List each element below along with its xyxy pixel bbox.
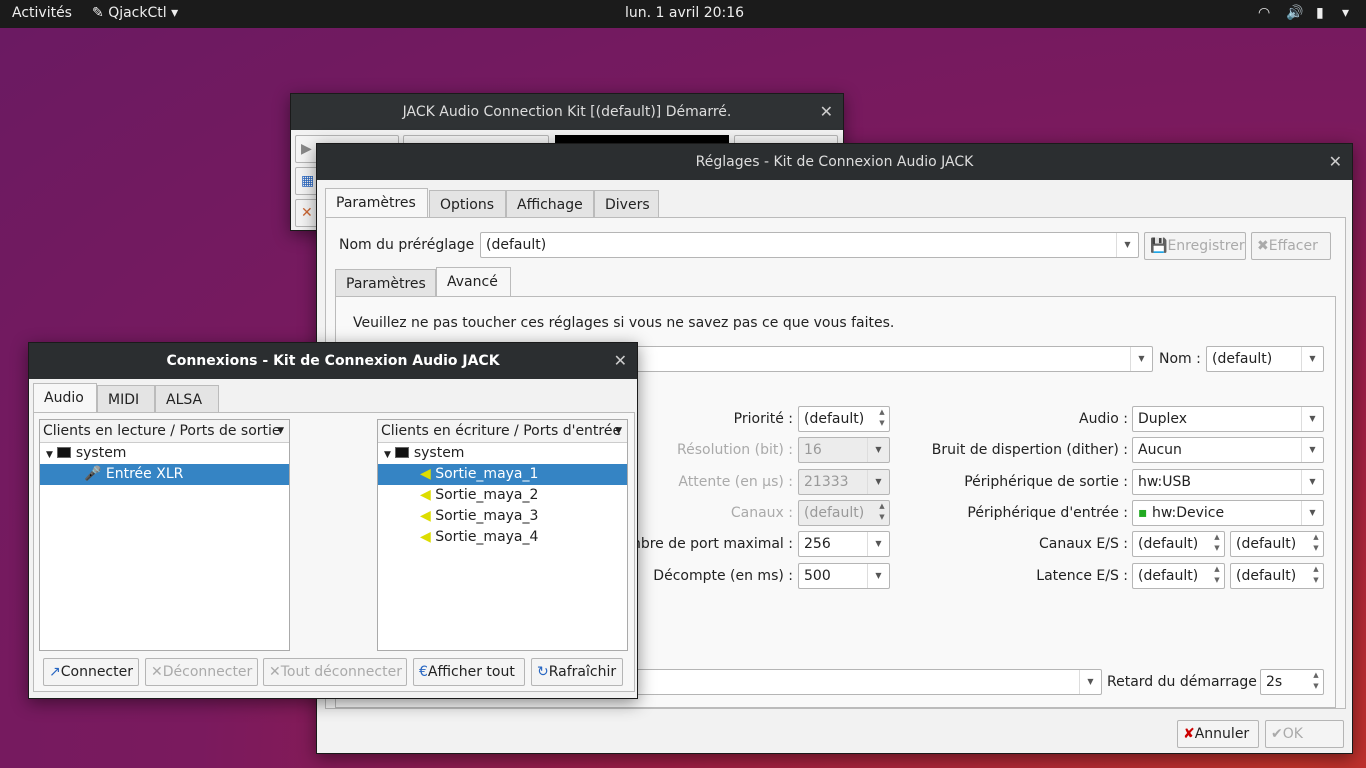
name-label: Nom :	[1159, 351, 1201, 367]
speaker-icon: ◀	[420, 529, 431, 545]
right-combo[interactable]: hw:USB ▼	[1132, 468, 1324, 495]
left-field-label: Canaux :	[730, 504, 793, 521]
left-field-label: Attente (en µs) :	[678, 473, 793, 490]
preset-label: Nom du préréglage :	[339, 237, 484, 253]
input-ports-list[interactable]: Clients en écriture / Ports d'entrée ▼ ▼ …	[377, 419, 628, 651]
delay-spinbox[interactable]: 2s ▲ ▼	[1260, 669, 1324, 695]
port-item[interactable]: ◀ Sortie_maya_1	[378, 464, 627, 485]
tab-divers[interactable]: Divers	[594, 190, 659, 218]
left-field[interactable]: (default) ▲ ▼	[798, 499, 890, 526]
close-icon[interactable]: ✕	[820, 94, 833, 130]
tab-audio[interactable]: Audio	[33, 383, 97, 413]
disconnect-button[interactable]: ✕Déconnecter	[145, 658, 258, 686]
port-item[interactable]: ◀ Sortie_maya_3	[378, 506, 627, 527]
top-bar: Activités ✎ QjackCtl ▾ lun. 1 avril 20:1…	[0, 0, 1366, 28]
close-icon[interactable]: ✕	[1329, 144, 1342, 180]
connections-window: Connexions - Kit de Connexion Audio JACK…	[28, 342, 638, 699]
tab-parametres[interactable]: Paramètres	[325, 188, 428, 218]
play-icon: ▶	[301, 141, 312, 157]
speaker-icon: ◀	[420, 508, 431, 524]
left-field[interactable]: 256 ▼	[798, 531, 890, 558]
app-menu[interactable]: ✎ QjackCtl ▾	[92, 5, 178, 21]
left-field[interactable]: 16 ▼	[798, 437, 890, 464]
left-field-label: Priorité :	[733, 411, 793, 427]
right-field-label: Canaux E/S :	[1038, 536, 1128, 553]
expand-icon: €	[419, 664, 428, 680]
right-field-label: Bruit de dispertion (dither) :	[931, 442, 1128, 459]
tab-affichage[interactable]: Affichage	[506, 190, 594, 218]
activities-button[interactable]: Activités	[12, 5, 72, 21]
battery-icon[interactable]: ▮	[1316, 5, 1324, 21]
tab-options[interactable]: Options	[429, 190, 506, 218]
speaker-icon: ◀	[420, 466, 431, 482]
client-icon	[57, 447, 72, 458]
connections-title: Connexions - Kit de Connexion Audio JACK…	[29, 343, 637, 379]
left-field[interactable]: (default) ▲ ▼	[798, 406, 890, 432]
volume-icon[interactable]: 🔊	[1286, 5, 1303, 21]
right-spinbox[interactable]: (default) ▲ ▼	[1132, 531, 1225, 558]
right-field-label: Périphérique d'entrée :	[967, 504, 1128, 521]
delay-label: Retard du démarrage :	[1107, 674, 1267, 690]
speaker-icon: ◀	[420, 487, 431, 503]
input-list-header[interactable]: Clients en écriture / Ports d'entrée ▼	[378, 420, 627, 443]
client-item[interactable]: ▼ system	[40, 443, 289, 464]
right-field-label: Latence E/S :	[1036, 567, 1128, 584]
left-field-label: Décompte (en ms) :	[653, 567, 793, 584]
app-icon: ✎	[92, 5, 109, 21]
right-combo[interactable]: Aucun ▼	[1132, 437, 1324, 464]
device-icon: ▪	[1138, 504, 1152, 521]
client-item[interactable]: ▼ system	[378, 443, 627, 464]
left-field[interactable]: 500 ▼	[798, 562, 890, 589]
port-item[interactable]: ◀ Sortie_maya_4	[378, 527, 627, 548]
client-icon	[395, 447, 410, 458]
settings-title: Réglages - Kit de Connexion Audio JACK ✕	[317, 144, 1352, 180]
right-field-label: Périphérique de sortie :	[964, 473, 1128, 490]
output-ports-list[interactable]: Clients en lecture / Ports de sortie ▼ ▼ …	[39, 419, 290, 651]
tab-alsa[interactable]: ALSA	[155, 385, 219, 413]
cancel-icon: ✘	[1183, 726, 1195, 742]
preset-combo[interactable]: (default) ▼	[480, 232, 1139, 258]
system-menu-arrow[interactable]: ▾	[1342, 5, 1349, 21]
save-button[interactable]: 💾Enregistrer	[1144, 232, 1246, 260]
clock[interactable]: lun. 1 avril 20:16	[625, 5, 744, 21]
left-field-label: mbre de port maximal :	[627, 536, 793, 553]
port-item[interactable]: 🎤 Entrée XLR	[40, 464, 289, 485]
connect-icon: ↗	[49, 664, 61, 680]
right-spinbox[interactable]: (default) ▲ ▼	[1230, 531, 1324, 558]
refresh-icon: ↻	[537, 664, 549, 680]
port-item[interactable]: ◀ Sortie_maya_2	[378, 485, 627, 506]
wifi-icon[interactable]: ◠	[1258, 5, 1270, 21]
left-field-label: Résolution (bit) :	[677, 442, 793, 459]
right-combo[interactable]: ▪ hw:Device ▼	[1132, 499, 1324, 526]
connect-button[interactable]: ↗Connecter	[43, 658, 139, 686]
microphone-icon: 🎤	[84, 466, 102, 482]
disconnect-all-button[interactable]: ✕Tout déconnecter	[263, 658, 407, 686]
show-all-button[interactable]: €Afficher tout	[413, 658, 525, 686]
delete-button[interactable]: ✖Effacer	[1251, 232, 1331, 260]
subtab-parametres[interactable]: Paramètres	[335, 269, 436, 297]
right-combo[interactable]: Duplex ▼	[1132, 406, 1324, 432]
name-combo[interactable]: (default) ▼	[1206, 346, 1324, 372]
right-spinbox[interactable]: (default) ▲ ▼	[1132, 562, 1225, 589]
refresh-button[interactable]: ↻Rafraîchir	[531, 658, 623, 686]
output-list-header[interactable]: Clients en lecture / Ports de sortie ▼	[40, 420, 289, 443]
tab-midi[interactable]: MIDI	[97, 385, 155, 413]
right-field-label: Audio :	[1079, 411, 1128, 427]
cancel-button[interactable]: ✘Annuler	[1177, 720, 1259, 748]
ok-button[interactable]: ✔OK	[1265, 720, 1344, 748]
warning-text: Veuillez ne pas toucher ces réglages si …	[353, 315, 895, 331]
app-menu-label: QjackCtl	[108, 5, 167, 21]
subtab-avance[interactable]: Avancé	[436, 267, 511, 297]
left-field[interactable]: 21333 ▼	[798, 468, 890, 495]
close-icon[interactable]: ✕	[614, 343, 627, 379]
main-window-title: JACK Audio Connection Kit [(default)] Dé…	[291, 94, 843, 130]
right-spinbox[interactable]: (default) ▲ ▼	[1230, 562, 1324, 589]
